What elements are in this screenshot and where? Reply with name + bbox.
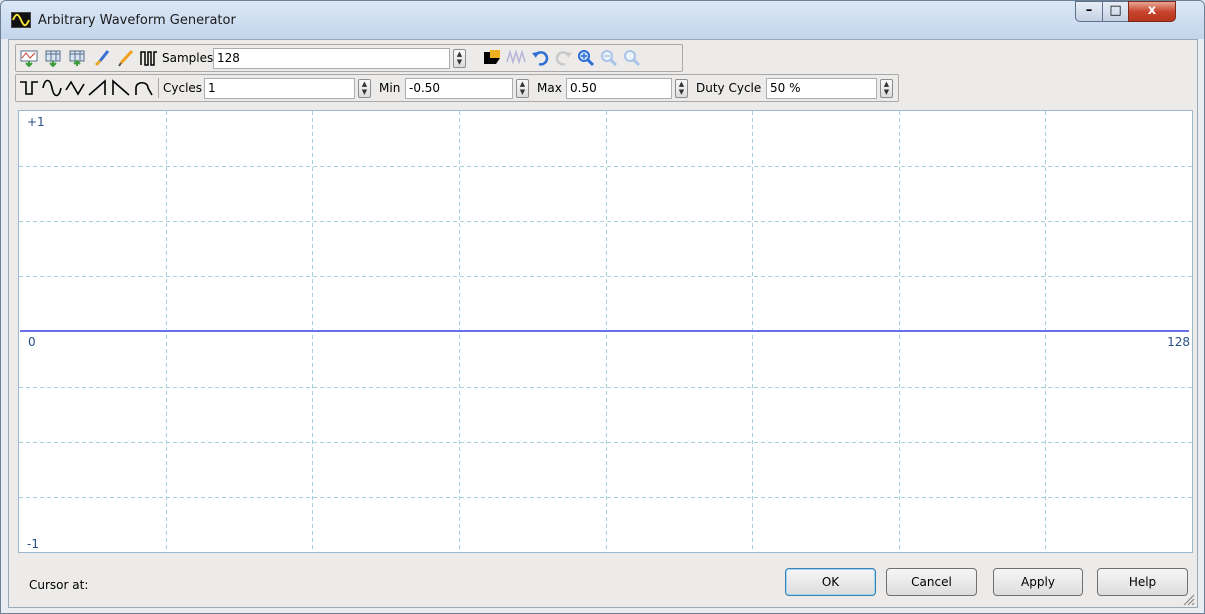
ramp-down-icon[interactable] — [111, 78, 131, 98]
y-zero-label: 0 — [28, 335, 36, 349]
redo-icon[interactable] — [554, 48, 574, 68]
max-label: Max — [537, 81, 562, 95]
app-waveform-icon — [11, 12, 31, 28]
zoom-fit-icon[interactable] — [622, 48, 642, 68]
waveform-zoom-icon[interactable] — [506, 48, 526, 68]
pulse-icon[interactable] — [134, 78, 154, 98]
import-waveform-icon[interactable] — [19, 48, 39, 68]
window-title: Arbitrary Waveform Generator — [38, 13, 236, 28]
min-spinner[interactable]: ▲ ▼ — [516, 79, 529, 98]
min-label: Min — [379, 81, 401, 95]
waveform-plot[interactable]: +1 0 -1 128 — [18, 110, 1193, 553]
cycles-label: Cycles — [163, 81, 203, 95]
x-end-label: 128 — [1167, 335, 1190, 349]
dialog-client: Samples 128 ▲ ▼ Cycles 1 ▲ ▼ Min -0.50 ▲… — [8, 39, 1198, 608]
samples-label: Samples — [162, 51, 214, 65]
undo-icon[interactable] — [530, 48, 550, 68]
minimize-icon: – — [1085, 3, 1093, 18]
import-table-icon[interactable] — [43, 48, 63, 68]
maximize-button[interactable]: □ — [1102, 1, 1129, 22]
max-spinner[interactable]: ▲ ▼ — [675, 79, 688, 98]
edit-toolbar: Samples 128 ▲ ▼ — [15, 44, 683, 72]
close-icon: x — [1147, 3, 1157, 18]
resize-grip-icon[interactable] — [1181, 592, 1195, 606]
zoom-in-icon[interactable] — [576, 48, 596, 68]
toolbar-separator — [158, 78, 159, 98]
samples-input[interactable]: 128 — [213, 48, 450, 69]
cycles-spinner[interactable]: ▲ ▼ — [358, 79, 371, 98]
maximize-icon: □ — [1109, 3, 1122, 18]
y-min-label: -1 — [27, 537, 39, 551]
ramp-up-icon[interactable] — [88, 78, 108, 98]
close-button[interactable]: x — [1128, 1, 1176, 22]
ok-button[interactable]: OK — [785, 568, 876, 596]
duty-cycle-label: Duty Cycle — [696, 81, 762, 95]
help-button[interactable]: Help — [1097, 568, 1188, 596]
cancel-button[interactable]: Cancel — [886, 568, 977, 596]
triangle-wave-icon[interactable] — [65, 78, 85, 98]
min-input[interactable]: -0.50 — [405, 78, 513, 99]
cycles-input[interactable]: 1 — [204, 78, 355, 99]
title-bar[interactable]: Arbitrary Waveform Generator – □ x — [1, 1, 1204, 39]
awg-window: Arbitrary Waveform Generator – □ x Sampl… — [0, 0, 1205, 614]
sine-wave-icon[interactable] — [42, 78, 62, 98]
samples-spinner[interactable]: ▲ ▼ — [453, 49, 466, 68]
fill-icon[interactable] — [482, 48, 502, 68]
brush-icon[interactable] — [92, 48, 112, 68]
waveform-canvas[interactable]: +1 0 -1 128 — [19, 111, 1192, 552]
max-input[interactable]: 0.50 — [566, 78, 672, 99]
square-wave-icon[interactable] — [19, 78, 39, 98]
duty-cycle-spinner[interactable]: ▲ ▼ — [880, 79, 893, 98]
export-table-icon[interactable] — [67, 48, 87, 68]
minimize-button[interactable]: – — [1075, 1, 1103, 22]
apply-button[interactable]: Apply — [993, 568, 1083, 596]
status-bar: Cursor at: OK Cancel Apply Help — [9, 558, 1197, 608]
samples-icon[interactable] — [139, 48, 159, 68]
y-max-label: +1 — [27, 115, 45, 129]
shape-toolbar: Cycles 1 ▲ ▼ Min -0.50 ▲ ▼ Max 0.50 ▲ ▼ Dut… — [15, 74, 899, 102]
duty-cycle-input[interactable]: 50 % — [766, 78, 877, 99]
zoom-out-icon[interactable] — [599, 48, 619, 68]
cursor-position-label: Cursor at: — [29, 578, 89, 592]
pencil-icon[interactable] — [116, 48, 136, 68]
